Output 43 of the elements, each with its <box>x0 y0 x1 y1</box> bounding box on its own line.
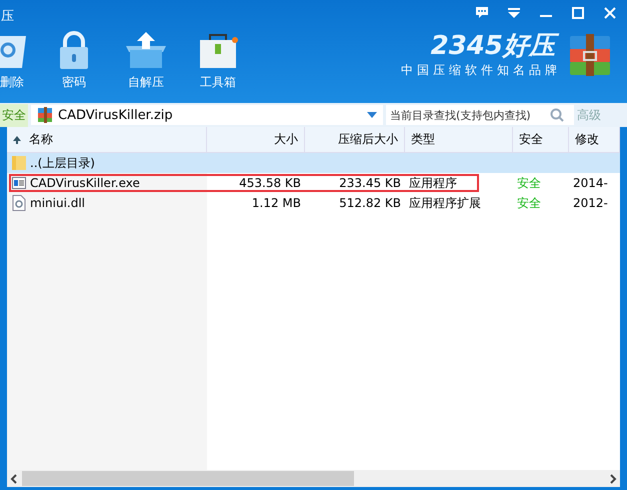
logo-slogan: 中国压缩软件知名品牌 <box>401 62 561 79</box>
security-badge[interactable]: 安全 <box>0 104 28 126</box>
packed-size: 233.45 KB <box>339 176 401 190</box>
file-name[interactable]: CADVirusKiller.exe <box>30 176 140 190</box>
modified-date: 2012- <box>573 196 608 210</box>
toolbar-button[interactable]: 删除 <box>0 26 34 91</box>
file-name[interactable]: ..(上层目录) <box>30 154 95 172</box>
feedback-icon[interactable] <box>475 6 489 20</box>
column-header[interactable]: 压缩后大小 <box>305 127 405 152</box>
menu-icon[interactable] <box>507 6 521 20</box>
file-size: 1.12 MB <box>252 196 301 210</box>
file-type: 应用程序 <box>409 174 457 192</box>
folder-icon <box>12 155 26 171</box>
archive-books-icon <box>37 107 53 123</box>
security-status: 安全 <box>517 194 541 212</box>
toolbar-button[interactable]: 自解压 <box>110 26 182 91</box>
window-title: 压 <box>1 8 14 25</box>
program-window-icon <box>12 176 26 190</box>
maximize-icon[interactable] <box>571 6 585 20</box>
file-type: 应用程序扩展 <box>409 194 481 212</box>
box-upload-icon <box>124 30 168 70</box>
column-header[interactable]: 修改 <box>569 127 620 152</box>
toolbar-button[interactable]: 工具箱 <box>182 26 254 91</box>
column-header[interactable]: 大小 <box>207 127 305 152</box>
file-size: 453.58 KB <box>239 176 301 190</box>
packed-size: 512.82 KB <box>339 196 401 210</box>
modified-date: 2014- <box>573 176 608 190</box>
close-icon[interactable] <box>603 6 617 20</box>
column-header[interactable]: 类型 <box>405 127 513 152</box>
horizontal-scrollbar[interactable] <box>7 470 620 487</box>
search-field[interactable]: 当前目录查找(支持包内查找) <box>386 105 574 125</box>
column-header[interactable]: 安全 <box>513 127 569 152</box>
security-status: 安全 <box>517 174 541 192</box>
toolbar-button[interactable]: 密码 <box>38 26 110 91</box>
logo-text: 2345好压 <box>426 30 561 62</box>
scroll-right-icon[interactable] <box>609 474 617 484</box>
gear-file-icon <box>12 195 26 211</box>
column-header[interactable]: 名称 <box>7 127 207 152</box>
dropdown-caret-icon[interactable] <box>367 112 377 118</box>
scroll-left-icon[interactable] <box>10 474 18 484</box>
archive-books-icon <box>567 32 613 78</box>
address-field[interactable]: CADVirusKiller.zip <box>31 105 383 125</box>
file-name[interactable]: miniui.dll <box>30 196 86 210</box>
